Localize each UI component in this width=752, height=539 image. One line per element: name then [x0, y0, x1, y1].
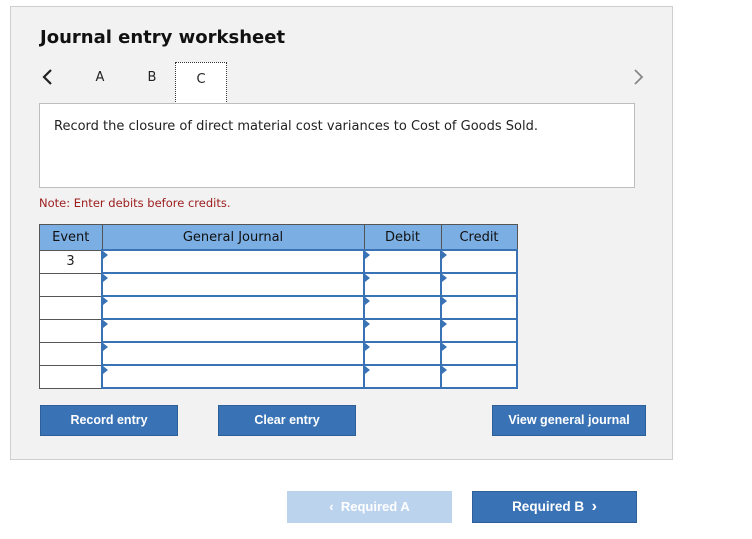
chevron-left-icon: ‹: [329, 499, 334, 514]
required-a-button[interactable]: ‹ Required A: [287, 491, 452, 523]
tab-b[interactable]: B: [145, 70, 159, 85]
table-row: [39, 341, 518, 366]
table-row: [39, 272, 518, 297]
header-debit: Debit: [363, 224, 442, 251]
debit-input[interactable]: [363, 249, 442, 274]
event-cell: [39, 295, 103, 320]
debit-input[interactable]: [363, 318, 442, 343]
credit-input[interactable]: [440, 318, 518, 343]
debit-input[interactable]: [363, 364, 442, 389]
worksheet-panel: Journal entry worksheet A B C Record the…: [10, 6, 673, 460]
header-credit: Credit: [440, 224, 518, 251]
event-cell: 3: [39, 249, 103, 274]
table-row: [39, 318, 518, 343]
header-general-journal: General Journal: [101, 224, 365, 251]
event-cell: [39, 272, 103, 297]
clear-entry-button[interactable]: Clear entry: [218, 405, 356, 436]
chevron-right-icon[interactable]: [628, 67, 648, 87]
general-journal-input[interactable]: [101, 295, 365, 320]
credit-input[interactable]: [440, 249, 518, 274]
note-text: Note: Enter debits before credits.: [39, 196, 231, 210]
debit-input[interactable]: [363, 295, 442, 320]
event-cell: [39, 364, 103, 389]
event-cell: [39, 341, 103, 366]
chevron-left-icon[interactable]: [38, 67, 58, 87]
general-journal-input[interactable]: [101, 318, 365, 343]
general-journal-input[interactable]: [101, 249, 365, 274]
event-cell: [39, 318, 103, 343]
table-row: 3: [39, 249, 518, 274]
general-journal-input[interactable]: [101, 272, 365, 297]
tab-c[interactable]: C: [175, 62, 227, 104]
record-entry-button[interactable]: Record entry: [40, 405, 178, 436]
debit-input[interactable]: [363, 272, 442, 297]
credit-input[interactable]: [440, 341, 518, 366]
required-b-button[interactable]: Required B ›: [472, 491, 637, 523]
table-row: [39, 295, 518, 320]
credit-input[interactable]: [440, 272, 518, 297]
tab-a[interactable]: A: [93, 70, 107, 85]
required-b-label: Required B: [512, 499, 585, 514]
credit-input[interactable]: [440, 295, 518, 320]
general-journal-input[interactable]: [101, 364, 365, 389]
page-title: Journal entry worksheet: [40, 27, 286, 48]
journal-table: Event General Journal Debit Credit 3: [39, 224, 518, 389]
debit-input[interactable]: [363, 341, 442, 366]
table-row: [39, 364, 518, 389]
credit-input[interactable]: [440, 364, 518, 389]
required-a-label: Required A: [340, 499, 410, 514]
view-general-journal-button[interactable]: View general journal: [492, 405, 646, 436]
header-event: Event: [39, 224, 103, 251]
general-journal-input[interactable]: [101, 341, 365, 366]
chevron-right-icon: ›: [591, 498, 597, 515]
instruction-box: Record the closure of direct material co…: [39, 103, 635, 188]
instruction-text: Record the closure of direct material co…: [54, 119, 538, 134]
